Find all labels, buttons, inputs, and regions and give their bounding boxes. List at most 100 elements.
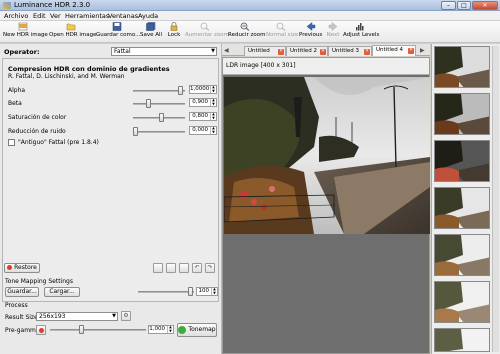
normal-size-icon xyxy=(276,22,286,31)
alpha-slider-handle[interactable] xyxy=(178,86,183,95)
gear-icon: ⚙ xyxy=(123,312,129,319)
menu-archivo[interactable]: Archivo xyxy=(4,12,28,20)
preview-image xyxy=(435,188,489,228)
close-icon[interactable]: ✕ xyxy=(364,49,370,55)
beta-value: 0,900 xyxy=(192,99,208,105)
pregamma-slider-handle[interactable] xyxy=(79,325,84,334)
previous-button[interactable]: Previous xyxy=(299,22,322,42)
saturation-slider-handle[interactable] xyxy=(159,113,164,122)
main-toolbar: New HDR image Open HDR image Guardar com… xyxy=(0,21,500,43)
preview-button[interactable] xyxy=(153,263,163,273)
tab-untitled-2[interactable]: Untitled 2 ✕ xyxy=(286,46,328,56)
save-as-button[interactable]: Guardar como... xyxy=(96,22,140,42)
close-icon[interactable]: ✕ xyxy=(408,48,414,54)
normal-size-button[interactable]: Normal size xyxy=(266,22,298,42)
open-hdr-label: Open HDR image xyxy=(49,32,97,38)
close-window-button[interactable]: ✕ xyxy=(472,1,498,10)
close-icon[interactable]: ✕ xyxy=(320,49,326,55)
menu-ver[interactable]: Ver xyxy=(50,12,61,20)
operator-authors: R. Fattal, D. Lischinski, and M. Werman xyxy=(8,73,125,80)
preview-thumbnail[interactable] xyxy=(434,234,490,276)
quality-input[interactable]: 100 ▲ ▼ xyxy=(196,287,218,296)
tonemap-button[interactable]: Tonemap xyxy=(177,323,217,337)
pregamma-reset-button[interactable] xyxy=(36,325,46,335)
beta-input[interactable]: 0,900 ▲ ▼ xyxy=(189,98,217,107)
result-size-settings-button[interactable]: ⚙ xyxy=(121,311,131,321)
noise-reduction-slider[interactable] xyxy=(133,131,185,133)
save-all-button[interactable]: Save All xyxy=(140,22,162,42)
pregamma-input[interactable]: 1,000 ▲ ▼ xyxy=(148,325,174,334)
process-header: Process xyxy=(5,302,28,309)
zoom-in-button[interactable]: Aumentar zoom xyxy=(185,22,229,42)
lock-button[interactable]: Lock xyxy=(166,22,182,42)
close-icon[interactable]: ✕ xyxy=(278,49,284,55)
restore-label: Restore xyxy=(14,264,37,271)
noise-reduction-input[interactable]: 0,000 ▲ ▼ xyxy=(189,126,217,135)
undo-button[interactable]: ↶ xyxy=(192,263,202,273)
minimize-button[interactable]: – xyxy=(441,1,456,10)
new-hdr-button[interactable]: New HDR image xyxy=(3,22,48,42)
tm-load-label: Cargar... xyxy=(49,288,75,295)
open-hdr-icon xyxy=(66,23,76,31)
menu-herramientas[interactable]: Herramientas xyxy=(65,12,109,20)
tm-save-button[interactable]: Guardar... xyxy=(5,287,39,297)
quality-value: 100 xyxy=(198,288,210,294)
preview-scrollbar[interactable] xyxy=(492,46,499,352)
tab-untitled[interactable]: Untitled ✕ xyxy=(244,46,286,56)
tone-mapping-panel: Operator: Fattal ▼ Compresion HDR con do… xyxy=(0,44,222,354)
tab-untitled-4[interactable]: Untitled 4 ✕ xyxy=(372,45,416,56)
tab-scroll-left-icon[interactable]: ◀ xyxy=(224,47,229,54)
saturation-input[interactable]: 0,800 ▲ ▼ xyxy=(189,112,217,121)
preview-image xyxy=(435,282,489,322)
tonemap-icon xyxy=(178,325,187,334)
operator-value: Fattal xyxy=(114,48,131,55)
preview-thumbnail[interactable] xyxy=(434,140,490,182)
fit-button[interactable] xyxy=(179,263,189,273)
preview-thumbnail[interactable] xyxy=(434,281,490,323)
operator-select[interactable]: Fattal ▼ xyxy=(111,47,217,56)
noise-reduction-slider-handle[interactable] xyxy=(133,127,138,136)
tm-load-button[interactable]: Cargar... xyxy=(44,287,80,297)
old-fattal-checkbox[interactable] xyxy=(8,139,15,146)
restore-button[interactable]: Restore xyxy=(4,263,40,273)
chevron-down-icon: ▼ xyxy=(112,313,116,319)
menu-edit[interactable]: Edit xyxy=(33,12,46,20)
zoom-in-label: Aumentar zoom xyxy=(185,32,229,38)
tab-scroll-right-icon[interactable]: ▶ xyxy=(420,47,425,54)
result-size-label: Result Size: xyxy=(5,314,40,321)
beta-slider[interactable] xyxy=(133,103,185,105)
beta-slider-handle[interactable] xyxy=(146,99,151,108)
quality-slider-handle[interactable] xyxy=(188,287,193,296)
redo-button[interactable]: ↷ xyxy=(205,263,215,273)
result-size-select[interactable]: 256x193 ▼ xyxy=(36,312,118,321)
reset-icon xyxy=(38,327,44,333)
tab-label: Untitled 3 xyxy=(332,48,360,54)
quality-slider[interactable] xyxy=(138,291,194,293)
preview-image xyxy=(435,94,489,134)
tm-save-label: Guardar... xyxy=(7,288,37,295)
preview-panel xyxy=(431,44,500,354)
adjust-levels-button[interactable]: Adjust Levels xyxy=(343,22,380,42)
alpha-value: 1,0000 xyxy=(190,86,210,92)
preview-thumbnail[interactable] xyxy=(434,93,490,135)
pregamma-value: 1,000 xyxy=(149,326,165,332)
image-viewer: LDR image [400 x 301] xyxy=(222,57,430,354)
beta-label: Beta xyxy=(8,100,22,107)
alpha-input[interactable]: 1,0000 ▲ ▼ xyxy=(189,85,217,94)
save-all-label: Save All xyxy=(140,32,163,38)
results-button[interactable] xyxy=(166,263,176,273)
pregamma-slider[interactable] xyxy=(50,329,146,331)
preview-thumbnail[interactable] xyxy=(434,46,490,88)
image-tabs: ◀ Untitled ✕ Untitled 2 ✕ Untitled 3 ✕ Unti… xyxy=(222,44,430,56)
tab-untitled-3[interactable]: Untitled 3 ✕ xyxy=(328,46,372,56)
adjust-levels-label: Adjust Levels xyxy=(343,32,380,38)
preview-thumbnail[interactable] xyxy=(434,187,490,229)
zoom-out-button[interactable]: Reducir zoom xyxy=(228,22,265,42)
spinner-arrows-icon: ▲ ▼ xyxy=(210,85,216,93)
open-hdr-button[interactable]: Open HDR image xyxy=(49,22,97,42)
menu-ayuda[interactable]: Ayuda xyxy=(138,12,158,20)
maximize-button[interactable]: □ xyxy=(457,1,471,10)
next-button[interactable]: Next xyxy=(325,22,341,42)
menu-ventanas[interactable]: Ventanas xyxy=(108,12,138,20)
preview-thumbnail[interactable] xyxy=(434,328,490,352)
